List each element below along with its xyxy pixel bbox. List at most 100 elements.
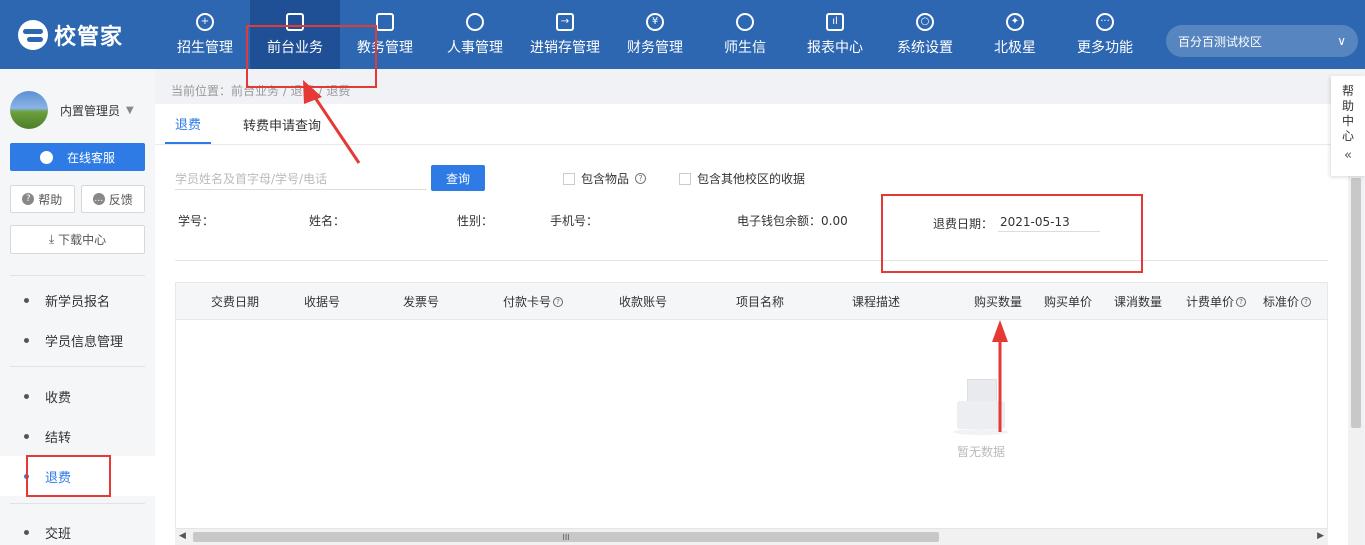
- feedback-icon: …: [92, 193, 105, 205]
- feedback-button[interactable]: … 反馈: [80, 185, 145, 213]
- include-items-label: 包含物品: [581, 172, 630, 186]
- scroll-left-icon[interactable]: ◀: [179, 531, 186, 541]
- nav-item-messages[interactable]: 师生信: [700, 0, 790, 69]
- section-divider: [175, 260, 1328, 261]
- sidebar: 内置管理员 ▼ 在线客服 ? 帮助 … 反馈 ⤓ 下载中心 新学员报名 学员信息管理…: [0, 69, 155, 545]
- menu-label: 结转: [45, 430, 72, 446]
- column-header[interactable]: 课程描述: [852, 283, 900, 320]
- bullet-icon: [24, 433, 29, 439]
- online-service-button[interactable]: 在线客服: [10, 143, 145, 171]
- help-label: 帮助: [38, 192, 63, 207]
- help-center-label: 帮助中心: [1342, 84, 1355, 143]
- chevron-down-icon: ∨: [1337, 34, 1346, 48]
- column-header[interactable]: 购买单价: [1044, 283, 1092, 320]
- main-nav: + 招生管理 前台业务 教务管理 人事管理 → 进销存管理 ¥ 财务管理 师生信 ıl…: [160, 0, 1150, 69]
- nav-item-hr[interactable]: 人事管理: [430, 0, 520, 69]
- nav-item-reports[interactable]: ıl 报表中心: [790, 0, 880, 69]
- yen-icon: ¥: [646, 12, 664, 31]
- student-search-input[interactable]: [175, 168, 427, 190]
- wallet-label: 电子钱包余额：: [737, 214, 822, 228]
- question-icon[interactable]: ?: [1236, 296, 1247, 307]
- column-header-with-help[interactable]: 标准价?: [1263, 283, 1312, 320]
- tab-divider: [155, 144, 1348, 145]
- tab-transfer-query[interactable]: 转费申请查询: [243, 104, 321, 144]
- nav-item-finance[interactable]: ¥ 财务管理: [610, 0, 700, 69]
- question-icon[interactable]: ?: [1301, 296, 1312, 307]
- star-icon: ✦: [1006, 12, 1024, 31]
- sidebar-item-new-enrollment[interactable]: 新学员报名: [0, 280, 155, 320]
- column-header[interactable]: 收款账号: [619, 283, 667, 320]
- gear-icon: ○: [916, 12, 934, 31]
- refund-date-label: 退费日期：: [933, 217, 994, 231]
- user-name: 内置管理员: [60, 103, 121, 118]
- nav-item-more[interactable]: ··· 更多功能: [1060, 0, 1150, 69]
- download-center-button[interactable]: ⤓ 下载中心: [10, 225, 145, 254]
- include-items-checkbox[interactable]: 包含物品 ?: [563, 170, 647, 187]
- top-navigation-bar: 校管家 + 招生管理 前台业务 教务管理 人事管理 → 进销存管理 ¥ 财务管理 师生…: [0, 0, 1365, 69]
- menu-label: 退费: [45, 470, 72, 486]
- wallet-value: 0.00: [821, 214, 848, 228]
- sidebar-item-refund[interactable]: 退费: [0, 456, 155, 496]
- logo-text: 校管家: [54, 25, 124, 50]
- vertical-scrollbar[interactable]: [1349, 170, 1363, 545]
- column-header-with-help[interactable]: 付款卡号?: [503, 283, 564, 320]
- help-button[interactable]: ? 帮助: [10, 185, 75, 213]
- divider: [10, 366, 145, 367]
- empty-state: 暂无数据: [946, 375, 1016, 460]
- column-header[interactable]: 项目名称: [736, 283, 784, 320]
- scrollbar-thumb[interactable]: [1351, 178, 1361, 428]
- checkbox-box[interactable]: [563, 172, 575, 185]
- logo[interactable]: 校管家: [18, 20, 123, 50]
- nav-item-academic[interactable]: 教务管理: [340, 0, 430, 69]
- download-icon: ⤓: [48, 232, 55, 246]
- checkbox-box[interactable]: [679, 172, 691, 185]
- book-icon: [376, 12, 394, 31]
- question-icon[interactable]: ?: [635, 173, 647, 184]
- column-label: 计费单价: [1186, 295, 1235, 309]
- user-profile[interactable]: 内置管理员 ▼: [10, 91, 134, 129]
- help-center-tab[interactable]: 帮助中心 «: [1331, 76, 1365, 176]
- refund-date-field[interactable]: 2021-05-13: [1000, 215, 1070, 229]
- sidebar-item-charge[interactable]: 收费: [0, 376, 155, 416]
- scroll-right-icon[interactable]: ▶: [1317, 531, 1324, 541]
- column-header[interactable]: 交费日期: [211, 283, 259, 320]
- tab-refund[interactable]: 退费: [165, 104, 212, 144]
- divider: [10, 275, 145, 276]
- nav-item-settings[interactable]: ○ 系统设置: [880, 0, 970, 69]
- bullet-icon: [24, 473, 29, 479]
- chart-icon: ıl: [826, 12, 844, 31]
- column-label: 付款卡号: [503, 295, 552, 309]
- scrollbar-thumb[interactable]: III: [193, 532, 939, 542]
- nav-item-polaris[interactable]: ✦ 北极星: [970, 0, 1060, 69]
- nav-item-enrollment[interactable]: + 招生管理: [160, 0, 250, 69]
- question-icon: ?: [22, 193, 35, 205]
- inventory-icon: →: [556, 12, 574, 31]
- online-service-label: 在线客服: [66, 150, 115, 165]
- query-button[interactable]: 查询: [431, 165, 485, 191]
- name-label: 姓名：: [309, 214, 346, 228]
- chat-icon: [736, 12, 754, 31]
- sidebar-item-transfer[interactable]: 结转: [0, 416, 155, 456]
- date-field-underline: [998, 231, 1100, 232]
- question-icon[interactable]: ?: [553, 296, 564, 307]
- nav-item-front-desk[interactable]: 前台业务: [250, 0, 340, 69]
- column-header[interactable]: 收据号: [304, 283, 340, 320]
- double-chevron-left-icon[interactable]: «: [1344, 148, 1352, 163]
- column-header[interactable]: 发票号: [403, 283, 439, 320]
- nav-item-inventory[interactable]: → 进销存管理: [520, 0, 610, 69]
- refund-table: 交费日期 收据号 发票号 付款卡号? 收款账号 项目名称 课程描述 购买数量 购…: [175, 282, 1328, 536]
- empty-inbox-icon: [953, 375, 1009, 437]
- campus-selector[interactable]: 百分百测试校区 ∨: [1166, 25, 1358, 57]
- menu-label: 交班: [45, 526, 72, 542]
- include-other-campus-checkbox[interactable]: 包含其他校区的收据: [679, 170, 805, 187]
- caret-down-icon: ▼: [126, 104, 134, 116]
- tab-bar: 退费 转费申请查询: [165, 104, 353, 144]
- sidebar-item-student-info[interactable]: 学员信息管理: [0, 320, 155, 360]
- download-label: 下载中心: [58, 233, 107, 247]
- column-header-with-help[interactable]: 计费单价?: [1186, 283, 1247, 320]
- sidebar-item-shift-handover[interactable]: 交班: [0, 512, 155, 545]
- column-header[interactable]: 购买数量: [974, 283, 1022, 320]
- horizontal-scrollbar[interactable]: ◀ III ▶: [175, 528, 1328, 545]
- person-icon: [466, 12, 484, 31]
- column-header[interactable]: 课消数量: [1114, 283, 1162, 320]
